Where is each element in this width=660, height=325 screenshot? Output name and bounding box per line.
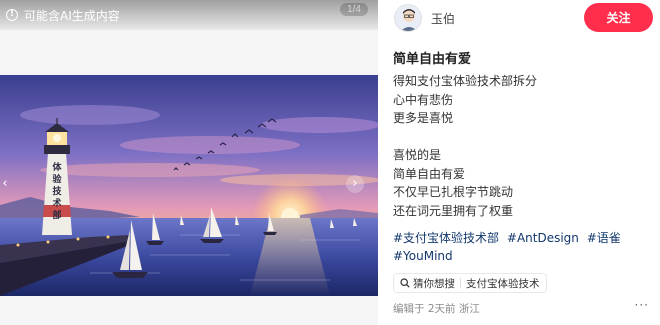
author-name[interactable]: 玉伯 (431, 10, 455, 27)
note-line (393, 128, 648, 147)
page-indicator: 1/4 (340, 3, 368, 16)
ai-notice-banner: ! 可能含AI生成内容 (0, 0, 378, 30)
search-icon (400, 278, 410, 288)
ai-notice-text: 可能含AI生成内容 (24, 8, 120, 23)
lighthouse-char: 术 (51, 197, 61, 209)
chevron-right-icon[interactable]: › (346, 175, 364, 193)
search-chip-label: 猜你想搜 (413, 277, 455, 290)
hashtag-link[interactable]: #YouMind (393, 249, 453, 263)
note-line: 简单自由有爱 (393, 166, 466, 181)
edit-info: 编辑于 2天前 浙江 (393, 303, 480, 315)
note-line: 还在词元里拥有了权重 (393, 203, 514, 218)
note-line: 喜悦的是 (393, 148, 442, 162)
note-image: 体 验 技 术 部 (0, 75, 378, 296)
divider (460, 278, 461, 288)
lighthouse-char: 体 (52, 161, 62, 173)
note-line: 心中有悲伤 (393, 92, 454, 107)
note-line: 不仅早已扎根字节跳动 (393, 185, 514, 199)
author-info[interactable]: 玉伯 (394, 4, 455, 32)
hashtag-link[interactable]: #语雀 (587, 231, 621, 245)
tag-list: #支付宝体验技术部 #AntDesign #语雀 #YouMind (393, 229, 653, 265)
note-footer: 编辑于 2天前 浙江 ··· (393, 298, 653, 317)
search-chip-query[interactable]: 支付宝体验技术 (466, 276, 540, 291)
hashtag-link[interactable]: #AntDesign (507, 231, 579, 245)
note-title: 简单自由有爱 (393, 52, 472, 67)
lighthouse-char: 验 (52, 173, 62, 185)
more-options-icon[interactable]: ··· (635, 298, 649, 312)
suggested-search-chip[interactable]: 猜你想搜 支付宝体验技术 (393, 273, 547, 293)
note-line: 更多是喜悦 (393, 111, 454, 125)
lighthouse-char: 技 (52, 185, 62, 197)
avatar[interactable] (394, 4, 422, 32)
warning-icon: ! (6, 9, 18, 21)
note-body: 得知支付宝体验技术部拆分 心中有悲伤 更多是喜悦 喜悦的是 简单自由有爱 不仅早… (393, 72, 648, 220)
media-viewer[interactable]: ! 可能含AI生成内容 1/4 体 验 技 术 部 ‹ › (0, 0, 378, 325)
lighthouse-char: 部 (52, 209, 61, 221)
hashtag-link[interactable]: #支付宝体验技术部 (393, 231, 499, 245)
follow-button[interactable]: 关注 (584, 3, 653, 32)
note-line: 得知支付宝体验技术部拆分 (393, 74, 538, 88)
